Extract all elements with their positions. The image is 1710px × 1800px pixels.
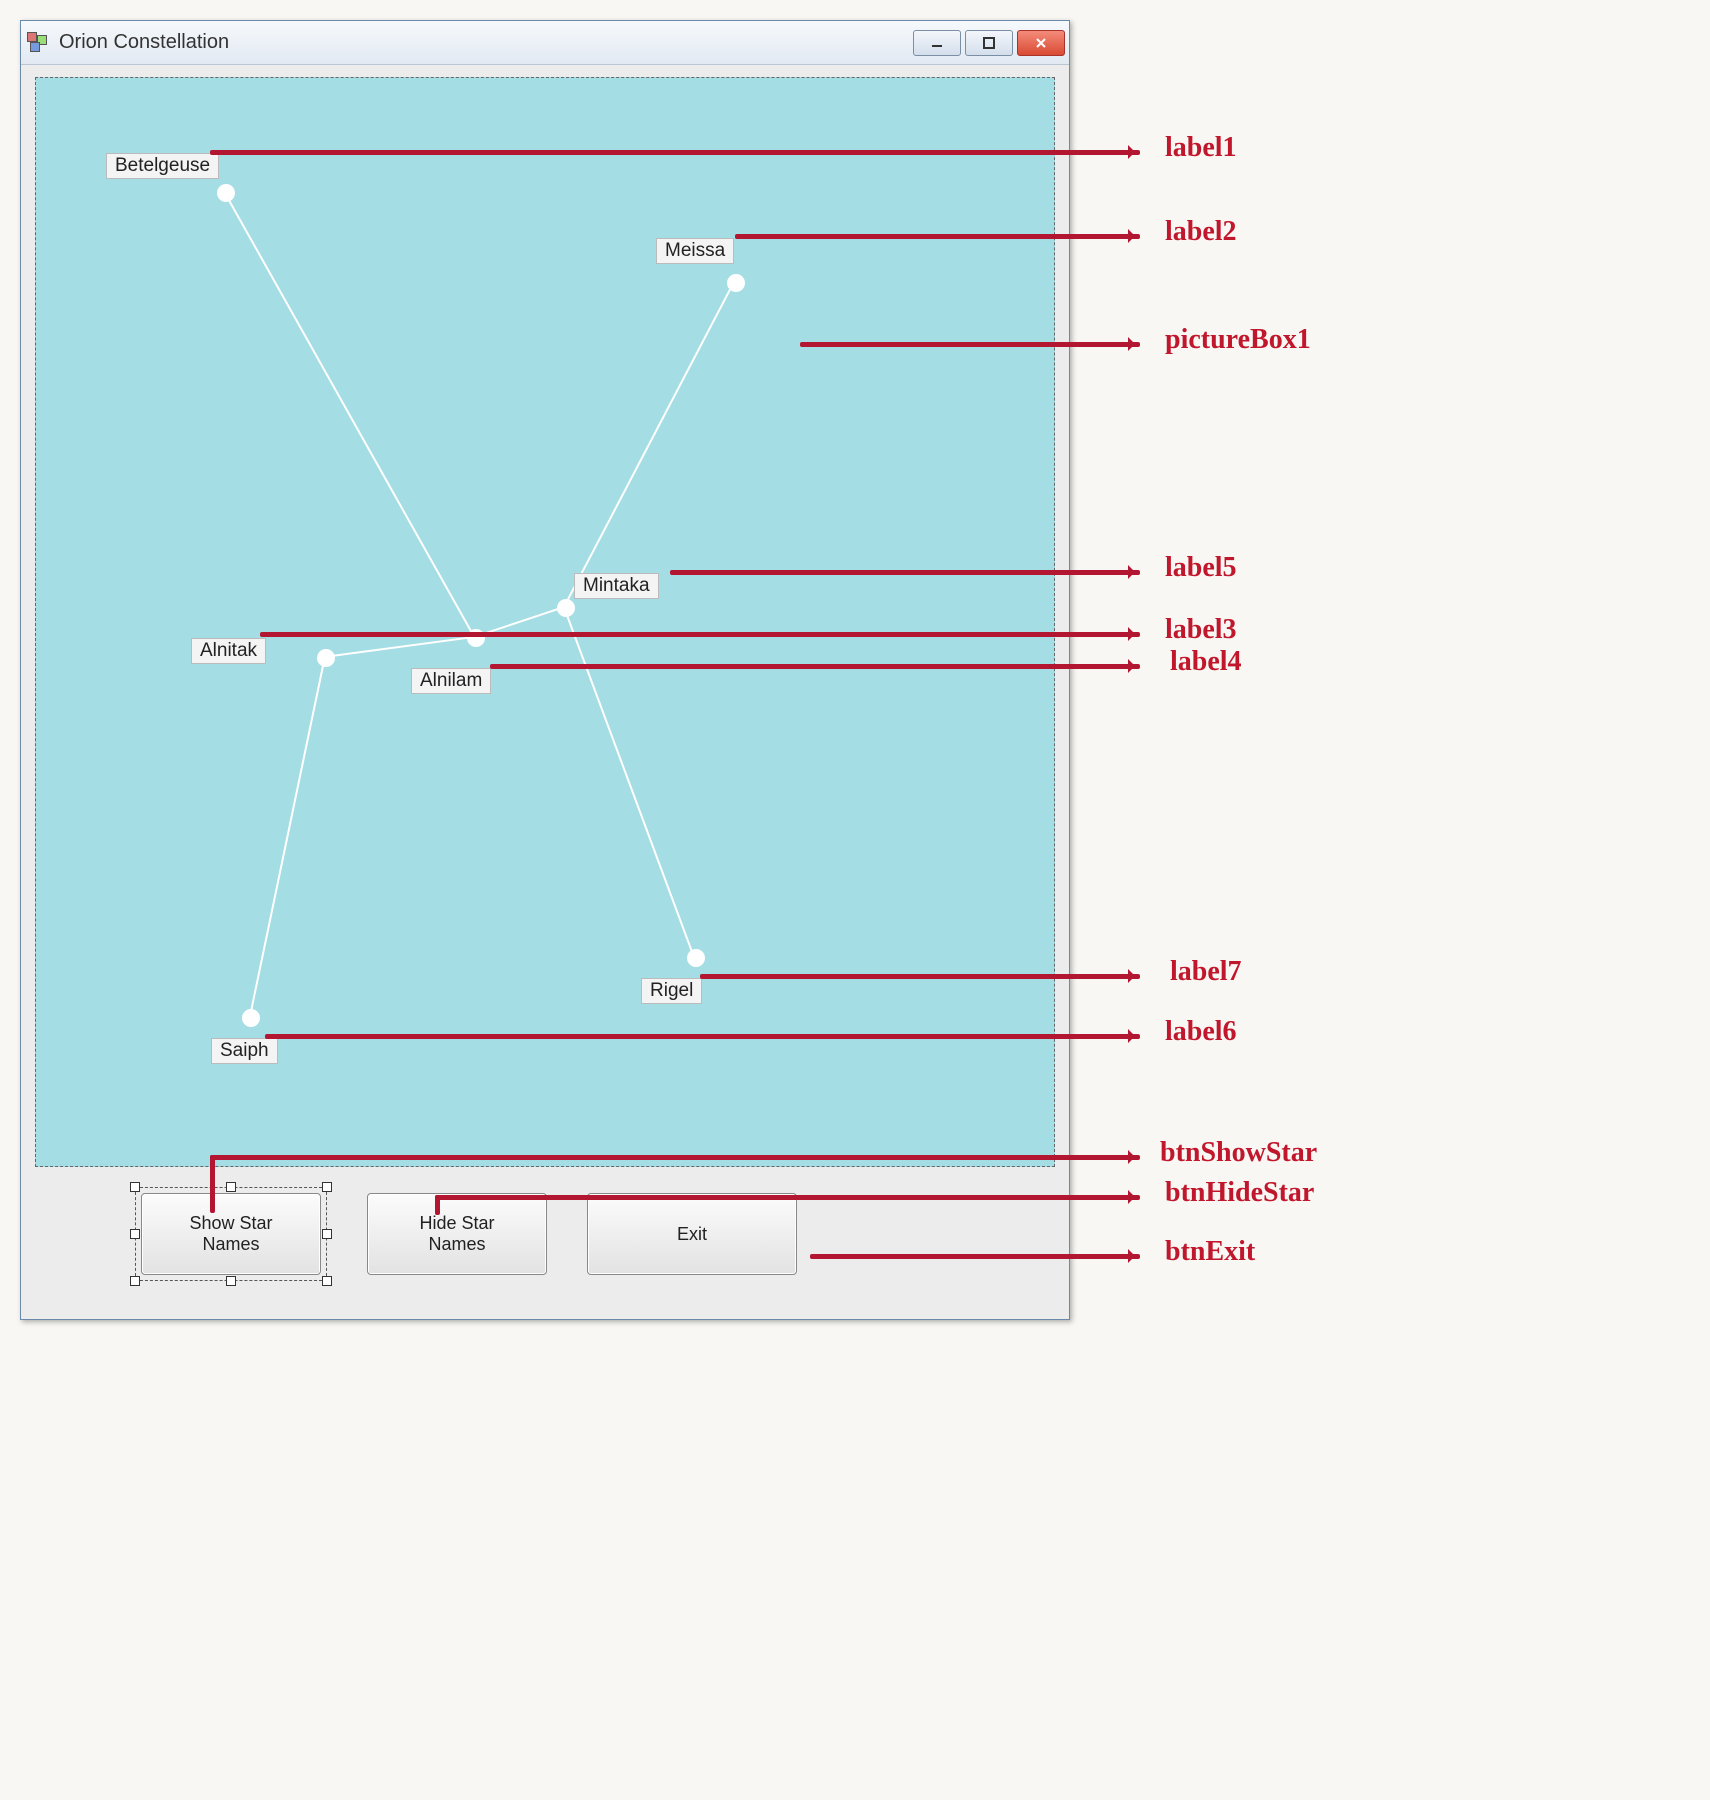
- callout-label3: label3: [1165, 614, 1237, 646]
- hide-star-names-button[interactable]: Hide Star Names: [367, 1193, 547, 1275]
- selection-handles: Show Star Names: [135, 1187, 327, 1281]
- label-meissa: Meissa: [656, 238, 734, 264]
- star-rigel: [687, 949, 705, 967]
- callout-label2: label2: [1165, 216, 1237, 248]
- show-star-names-label: Show Star Names: [189, 1213, 272, 1255]
- arrow-btnshow: [210, 1155, 1140, 1160]
- star-meissa: [727, 274, 745, 292]
- arrow-label7: [700, 974, 1140, 979]
- arrow-label4: [490, 664, 1140, 669]
- arrow-picturebox1: [800, 342, 1140, 347]
- label-saiph: Saiph: [211, 1038, 278, 1064]
- exit-button[interactable]: Exit: [587, 1193, 797, 1275]
- callout-btnexit: btnExit: [1165, 1236, 1255, 1268]
- star-alnitak: [317, 649, 335, 667]
- label-mintaka: Mintaka: [574, 573, 659, 599]
- label-alnitak: Alnitak: [191, 638, 266, 664]
- title-bar: Orion Constellation: [21, 21, 1069, 65]
- callout-label5: label5: [1165, 552, 1237, 584]
- maximize-button[interactable]: [965, 30, 1013, 56]
- show-star-names-button[interactable]: Show Star Names: [141, 1193, 321, 1275]
- window-title: Orion Constellation: [59, 31, 229, 54]
- exit-label: Exit: [677, 1224, 707, 1245]
- callout-label7: label7: [1170, 956, 1242, 988]
- arrow-label3: [260, 632, 1140, 637]
- star-mintaka: [557, 599, 575, 617]
- star-betelgeuse: [217, 184, 235, 202]
- picturebox-orion: Betelgeuse Meissa Alnitak Alnilam Mintak…: [35, 77, 1055, 1167]
- app-window: Orion Constellation: [20, 20, 1070, 1320]
- label-alnilam: Alnilam: [411, 668, 491, 694]
- arrow-label5: [670, 570, 1140, 575]
- arrow-label6: [265, 1034, 1140, 1039]
- app-icon: [27, 32, 49, 54]
- connector-show: [210, 1155, 215, 1213]
- hide-star-names-label: Hide Star Names: [419, 1213, 494, 1255]
- callout-btnshow: btnShowStar: [1160, 1137, 1317, 1169]
- arrow-label2: [735, 234, 1140, 239]
- callout-btnhide: btnHideStar: [1165, 1177, 1314, 1209]
- callout-picturebox1: pictureBox1: [1165, 324, 1311, 356]
- callout-label1: label1: [1165, 132, 1237, 164]
- callout-label6: label6: [1165, 1016, 1237, 1048]
- star-saiph: [242, 1009, 260, 1027]
- close-button[interactable]: [1017, 30, 1065, 56]
- arrow-btnhide: [435, 1195, 1140, 1200]
- constellation-lines: [36, 78, 1054, 1166]
- callout-label4: label4: [1170, 646, 1242, 678]
- minimize-button[interactable]: [913, 30, 961, 56]
- label-betelgeuse: Betelgeuse: [106, 153, 219, 179]
- label-rigel: Rigel: [641, 978, 702, 1004]
- arrow-label1: [210, 150, 1140, 155]
- client-area: Betelgeuse Meissa Alnitak Alnilam Mintak…: [21, 65, 1069, 1319]
- arrow-btnexit: [810, 1254, 1140, 1259]
- window-controls: [913, 30, 1065, 56]
